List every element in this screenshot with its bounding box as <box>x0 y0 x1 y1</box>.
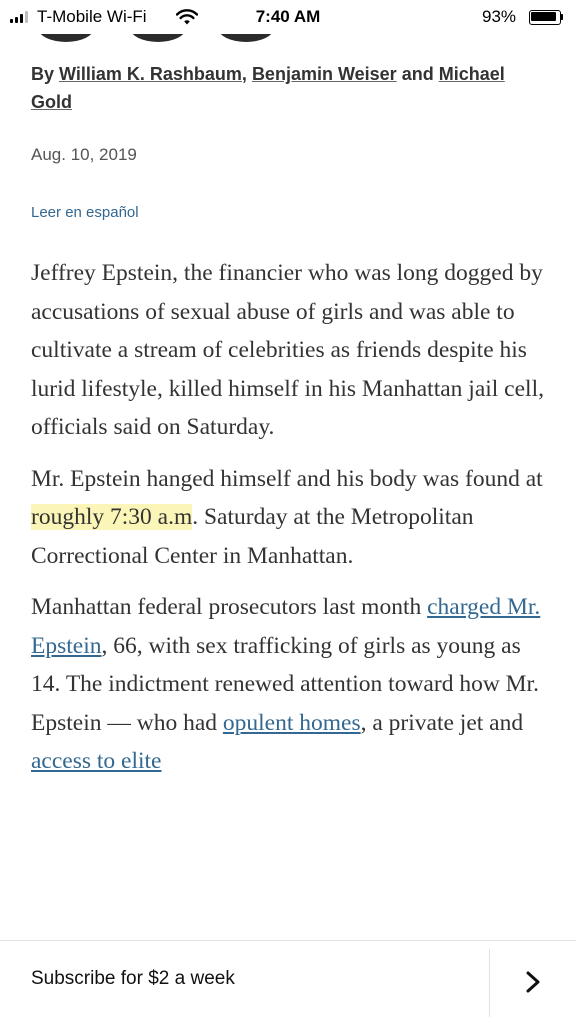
subscribe-label: Subscribe for $2 a week <box>31 968 235 989</box>
byline-separator: , <box>241 64 247 84</box>
highlighted-text: roughly 7:30 a.m <box>31 504 193 530</box>
subscribe-banner[interactable]: Subscribe for $2 a week <box>0 940 576 1025</box>
battery-percentage: 93% <box>482 7 517 26</box>
banner-divider <box>489 949 490 1017</box>
paragraph-text: Manhattan federal prosecutors last month <box>31 594 428 620</box>
chevron-right-icon[interactable] <box>520 967 546 997</box>
author-link[interactable]: William K. Rashbaum <box>59 64 242 84</box>
article-body: Jeffrey Epstein, the financier who was l… <box>31 254 551 794</box>
author-avatar <box>218 34 274 42</box>
article-paragraph: Mr. Epstein hanged himself and his body … <box>31 460 551 576</box>
battery-icon <box>529 10 564 25</box>
status-bar: T-Mobile Wi-Fi 7:40 AM 93% <box>0 0 576 34</box>
author-avatar <box>130 34 186 42</box>
access-to-elite-link[interactable]: access to elite <box>31 748 162 774</box>
byline: By William K. Rashbaum, Benjamin Weiser … <box>31 60 531 116</box>
publish-date: Aug. 10, 2019 <box>31 145 137 164</box>
article-paragraph: Jeffrey Epstein, the financier who was l… <box>31 260 544 440</box>
author-avatar <box>38 34 94 42</box>
byline-prefix: By <box>31 64 55 84</box>
paragraph-text: Mr. Epstein hanged himself and his body … <box>31 465 543 492</box>
author-portraits <box>0 34 576 46</box>
byline-conjunction: and <box>401 64 434 84</box>
opulent-homes-link[interactable]: opulent homes <box>223 710 361 736</box>
paragraph-text: , a private jet and <box>360 709 524 736</box>
article-paragraph: Manhattan federal prosecutors last month… <box>31 588 551 781</box>
spanish-translation-link[interactable]: Leer en español <box>31 204 139 221</box>
author-link[interactable]: Benjamin Weiser <box>252 64 397 84</box>
